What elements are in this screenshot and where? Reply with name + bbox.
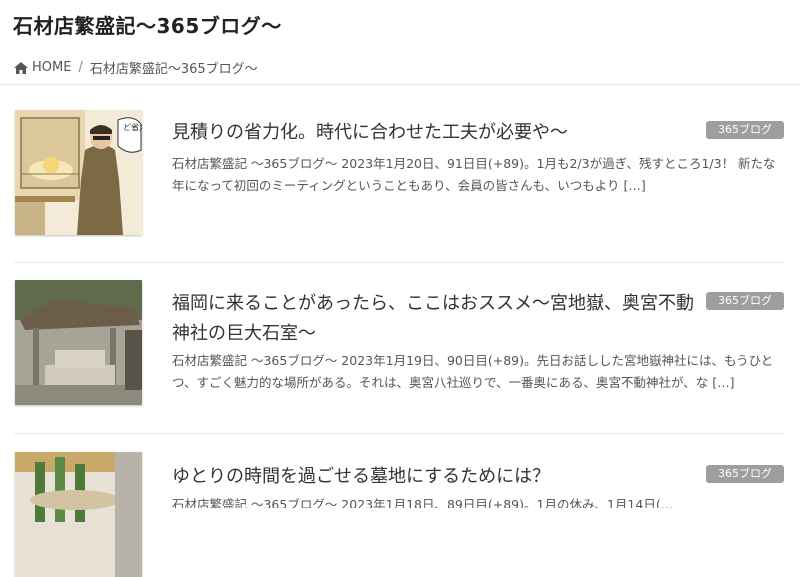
post-excerpt: 石材店繁盛記 ～365ブログ～ 2023年1月19日、90日目(+89)。先日お… — [172, 353, 774, 390]
post-thumbnail[interactable] — [15, 452, 142, 577]
shrine-photo — [15, 280, 142, 405]
post-thumbnail[interactable]: ど省力で — [15, 110, 142, 235]
breadcrumb-current: 石材店繁盛記～365ブログ～ — [89, 62, 258, 77]
post-divider — [14, 262, 784, 263]
post-excerpt: 石材店繁盛記 ～365ブログ～ 2023年1月20日、91日目(+89)。1月も… — [172, 156, 776, 193]
post-divider — [14, 433, 784, 434]
breadcrumb-home[interactable]: HOME — [32, 60, 71, 75]
breadcrumb-separator: / — [78, 60, 83, 75]
speech-bubble-text: ど省力で — [123, 122, 142, 132]
category-badge[interactable]: 365ブログ — [706, 121, 784, 139]
post-title[interactable]: 見積りの省力化。時代に合わせた工夫が必要や～ — [172, 118, 702, 148]
category-badge[interactable]: 365ブログ — [706, 292, 784, 310]
post-thumbnail[interactable] — [15, 280, 142, 405]
post-title[interactable]: ゆとりの時間を過ごせる墓地にするためには？ — [172, 462, 702, 492]
post-excerpt: 石材店繁盛記 ～365ブログ～ 2023年1月18日、89日目(+89)。1月の… — [172, 497, 674, 508]
page-title[interactable]: 石材店繁盛記～365ブログ～ — [13, 10, 282, 39]
breadcrumb: HOME / 石材店繁盛記～365ブログ～ — [14, 58, 258, 77]
post-title[interactable]: 福岡に来ることがあったら、ここはおススメ～宮地嶽、奥宮不動神社の巨大石室～ — [172, 289, 702, 349]
manga-illustration: ど省力で — [15, 110, 142, 235]
new-year-decoration-photo — [15, 452, 142, 577]
category-badge[interactable]: 365ブログ — [706, 465, 784, 483]
home-icon[interactable] — [14, 61, 28, 74]
header-divider — [0, 84, 800, 85]
